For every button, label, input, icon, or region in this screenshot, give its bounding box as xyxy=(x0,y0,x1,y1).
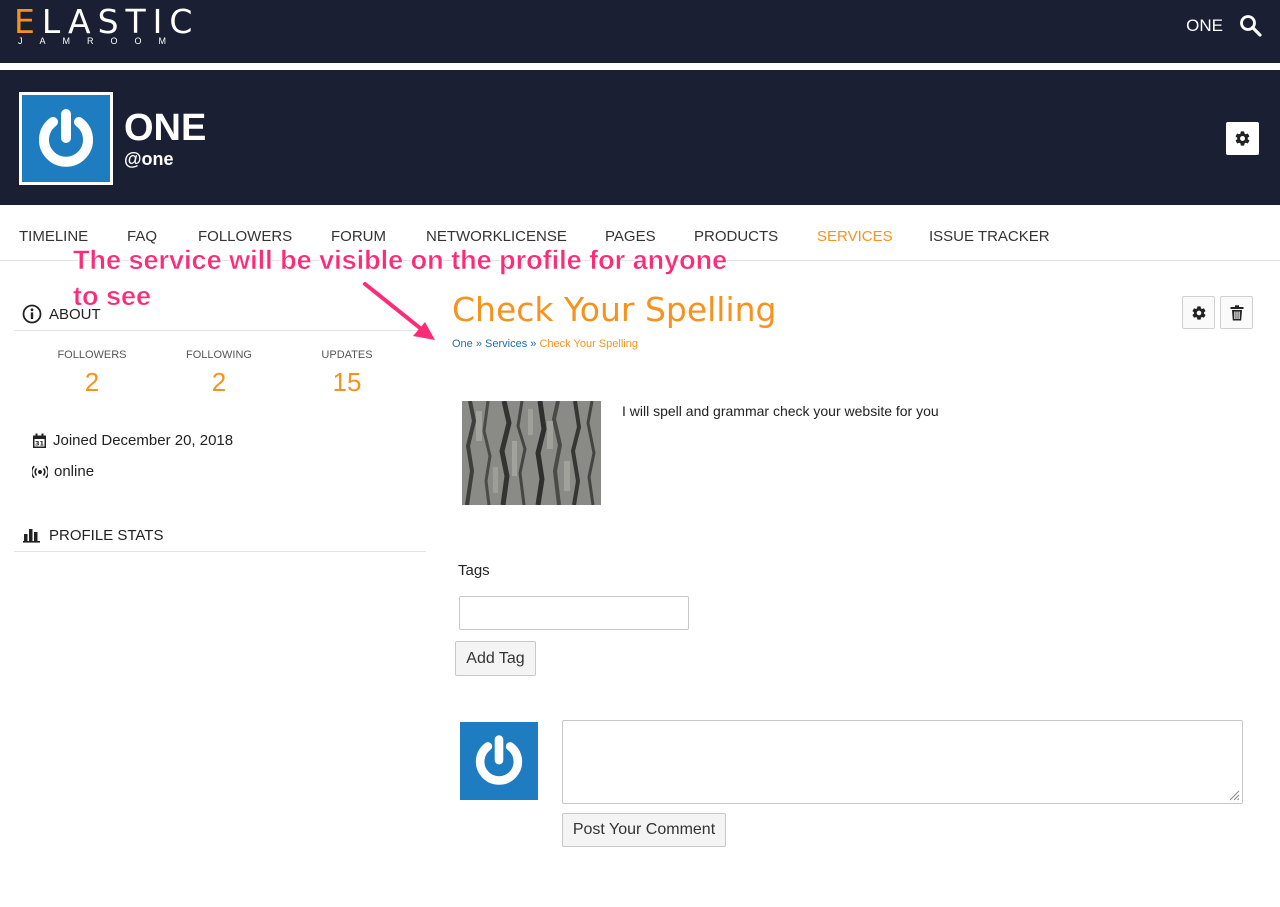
breadcrumb-current[interactable]: Check Your Spelling xyxy=(539,338,637,350)
breadcrumb-separator: » xyxy=(530,338,537,350)
annotation-arrow-icon xyxy=(363,282,435,340)
header-divider xyxy=(0,63,1280,70)
logo-subtitle: JAMROOM xyxy=(18,36,183,46)
info-icon xyxy=(22,304,42,324)
profile-stats-heading[interactable]: PROFILE STATS xyxy=(14,516,426,552)
stat-value: 15 xyxy=(332,367,362,397)
service-description: I will spell and grammar check your webs… xyxy=(622,403,939,419)
profile-name: ONE xyxy=(124,107,207,149)
online-status: online xyxy=(32,463,94,480)
service-image[interactable] xyxy=(462,401,601,505)
resize-grip-icon[interactable] xyxy=(1228,789,1240,801)
broadcast-icon xyxy=(32,465,48,478)
profile-settings-button[interactable] xyxy=(1226,122,1259,155)
breadcrumb: One » Services » Check Your Spelling xyxy=(452,338,638,350)
stat-label: FOLLOWERS xyxy=(57,349,127,361)
delete-button[interactable] xyxy=(1220,296,1253,329)
tab-issue-tracker[interactable]: ISSUE TRACKER xyxy=(929,228,1050,245)
avatar[interactable] xyxy=(19,92,113,185)
tags-label: Tags xyxy=(458,562,490,579)
breadcrumb-separator: » xyxy=(475,338,482,350)
top-bar: ELASTIC JAMROOM ONE xyxy=(0,0,1280,63)
add-tag-button[interactable]: Add Tag xyxy=(455,641,536,676)
stat-label: FOLLOWING xyxy=(185,349,252,361)
site-logo[interactable]: ELASTIC JAMROOM xyxy=(14,2,199,52)
profile-stats-label: PROFILE STATS xyxy=(49,527,164,544)
stat-label: UPDATES xyxy=(321,349,373,361)
power-icon xyxy=(475,735,523,785)
breadcrumb-section[interactable]: Services xyxy=(485,338,527,350)
joined-text: Joined December 20, 2018 xyxy=(53,432,234,449)
svg-text:31: 31 xyxy=(35,439,45,447)
item-settings-button[interactable] xyxy=(1182,296,1215,329)
gear-icon xyxy=(1192,305,1205,320)
search-icon[interactable] xyxy=(1239,14,1263,38)
comment-textarea[interactable] xyxy=(562,720,1243,804)
profile-header: ONE @one xyxy=(0,70,1280,205)
tag-input[interactable] xyxy=(459,596,689,630)
stat-value: 2 xyxy=(84,367,100,397)
bar-chart-icon xyxy=(23,529,40,543)
gear-icon xyxy=(1235,131,1250,146)
stat-value: 2 xyxy=(211,367,227,397)
calendar-icon: 31 xyxy=(33,433,46,448)
top-user-menu[interactable]: ONE xyxy=(1186,16,1223,36)
power-icon xyxy=(22,95,110,182)
breadcrumb-home[interactable]: One xyxy=(452,338,473,350)
trash-icon xyxy=(1230,304,1243,320)
followers-stat[interactable]: FOLLOWERS 2 xyxy=(42,349,142,398)
profile-handle: @one xyxy=(124,149,174,169)
updates-stat[interactable]: UPDATES 15 xyxy=(297,349,397,398)
comment-avatar xyxy=(460,722,538,800)
tab-services[interactable]: SERVICES xyxy=(817,228,893,245)
post-comment-button[interactable]: Post Your Comment xyxy=(562,813,726,847)
following-stat[interactable]: FOLLOWING 2 xyxy=(169,349,269,398)
status-text: online xyxy=(54,463,95,480)
joined-date: 31 Joined December 20, 2018 xyxy=(32,432,233,449)
